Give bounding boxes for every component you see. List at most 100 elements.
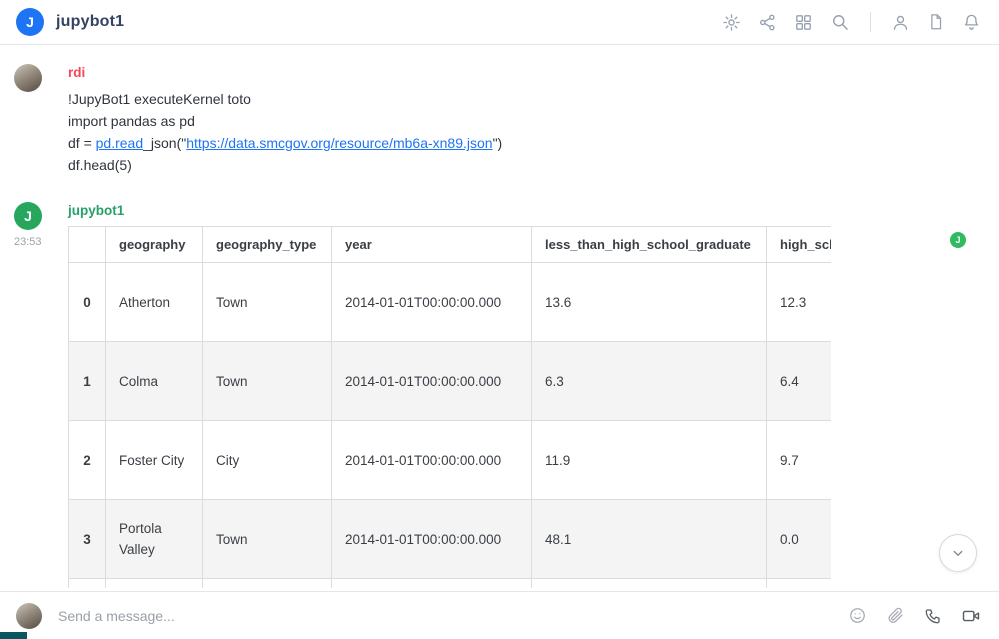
scroll-to-bottom-button[interactable] [939,534,977,572]
message-text: _json(" [143,135,186,151]
row-index: 0 [69,263,106,342]
table-row: 0AthertonTown2014-01-01T00:00:00.00013.6… [69,263,832,342]
notifications-button[interactable] [960,11,983,34]
column-header: geography [106,227,203,263]
table-cell: Atherton [106,263,203,342]
table-cell: 12.3 [767,263,832,342]
table-row: 2Foster CityCity2014-01-01T00:00:00.0001… [69,421,832,500]
message-body: rdi !JupyBot1 executeKernel toto import p… [68,64,979,176]
table-cell: 9.7 [767,421,832,500]
share-icon [758,13,777,32]
table-cell [106,579,203,589]
table-cell: 6.4 [767,342,832,421]
timestamp: 23:53 [14,236,42,248]
message-text: df = [68,135,96,151]
message-list: rdi !JupyBot1 executeKernel toto import p… [0,46,999,591]
phone-icon [924,607,942,625]
message-line: df.head(5) [68,154,979,176]
message-gutter [14,64,68,176]
table-cell: Portola Valley [106,500,203,579]
message-lines: !JupyBot1 executeKernel toto import panda… [68,88,979,176]
video-call-button[interactable] [959,604,983,628]
table-row: 3Portola ValleyTown2014-01-01T00:00:00.0… [69,500,832,579]
table-row [69,579,832,589]
top-bar: J jupybot1 [0,0,999,45]
topbar-actions [720,10,983,34]
table-cell: Town [203,500,332,579]
settings-button[interactable] [720,11,743,34]
video-camera-icon [961,606,981,626]
composer-bar [0,591,999,639]
chevron-down-icon [949,544,967,562]
table-header-row: geographygeography_typeyearless_than_hig… [69,227,832,263]
table-cell: 2014-01-01T00:00:00.000 [332,263,532,342]
row-index: 2 [69,421,106,500]
message-link[interactable]: pd.read [96,135,143,151]
screen-corner-strip [0,632,27,639]
message-line: import pandas as pd [68,110,979,132]
bot-avatar-letter: J [24,208,32,224]
table-cell: City [203,421,332,500]
message-line: !JupyBot1 executeKernel toto [68,88,979,110]
emoji-button[interactable] [846,604,869,627]
unread-badge[interactable]: J [950,232,966,248]
share-button[interactable] [756,11,779,34]
column-header: year [332,227,532,263]
table-cell [532,579,767,589]
search-button[interactable] [828,10,852,34]
table-cell: Town [203,342,332,421]
message-rdi: rdi !JupyBot1 executeKernel toto import p… [0,64,999,176]
table-cell: Foster City [106,421,203,500]
call-button[interactable] [922,605,944,627]
search-icon [830,12,850,32]
message-line: df = pd.read_json("https://data.smcgov.o… [68,132,979,154]
files-button[interactable] [925,11,947,33]
message-body: jupybot1 geographygeography_typeyearless… [68,202,979,588]
table-cell: 2014-01-01T00:00:00.000 [332,342,532,421]
username[interactable]: rdi [68,65,979,80]
table-cell: 13.6 [532,263,767,342]
apps-button[interactable] [792,11,815,34]
username[interactable]: jupybot1 [68,203,979,218]
bot-avatar[interactable]: J [14,202,42,230]
composer-actions [846,604,983,628]
attach-button[interactable] [884,604,907,627]
room-avatar-letter: J [26,14,34,30]
row-index: 3 [69,500,106,579]
column-header: high_school_graduate [767,227,832,263]
message-input[interactable] [56,607,832,625]
paperclip-icon [886,606,905,625]
column-header [69,227,106,263]
table-cell: 0.0 [767,500,832,579]
table-cell: 6.3 [532,342,767,421]
table-row: 1ColmaTown2014-01-01T00:00:00.0006.36.4 [69,342,832,421]
message-jupybot1: J 23:53 jupybot1 geographygeography_type… [0,202,999,588]
message-text: df.head(5) [68,157,132,173]
self-avatar [16,603,42,629]
file-icon [927,13,945,31]
message-text: !JupyBot1 executeKernel toto [68,91,251,107]
row-index: 1 [69,342,106,421]
person-icon [891,13,910,32]
table-cell [203,579,332,589]
table-cell [332,579,532,589]
unread-badge-letter: J [955,235,960,245]
apps-grid-icon [794,13,813,32]
table-cell: 2014-01-01T00:00:00.000 [332,500,532,579]
table-cell: 2014-01-01T00:00:00.000 [332,421,532,500]
room-avatar: J [16,8,44,36]
user-avatar[interactable] [14,64,42,92]
table-cell [767,579,832,589]
table-cell: Town [203,263,332,342]
dataframe-container: geographygeography_typeyearless_than_hig… [68,226,831,588]
message-gutter: J 23:53 [14,202,68,588]
smiley-icon [848,606,867,625]
members-button[interactable] [889,11,912,34]
toolbar-divider [870,12,871,32]
bell-icon [962,13,981,32]
table-cell: 11.9 [532,421,767,500]
table-cell: Colma [106,342,203,421]
room-title: jupybot1 [56,13,124,31]
message-link[interactable]: https://data.smcgov.org/resource/mb6a-xn… [186,135,492,151]
message-text: import pandas as pd [68,113,195,129]
